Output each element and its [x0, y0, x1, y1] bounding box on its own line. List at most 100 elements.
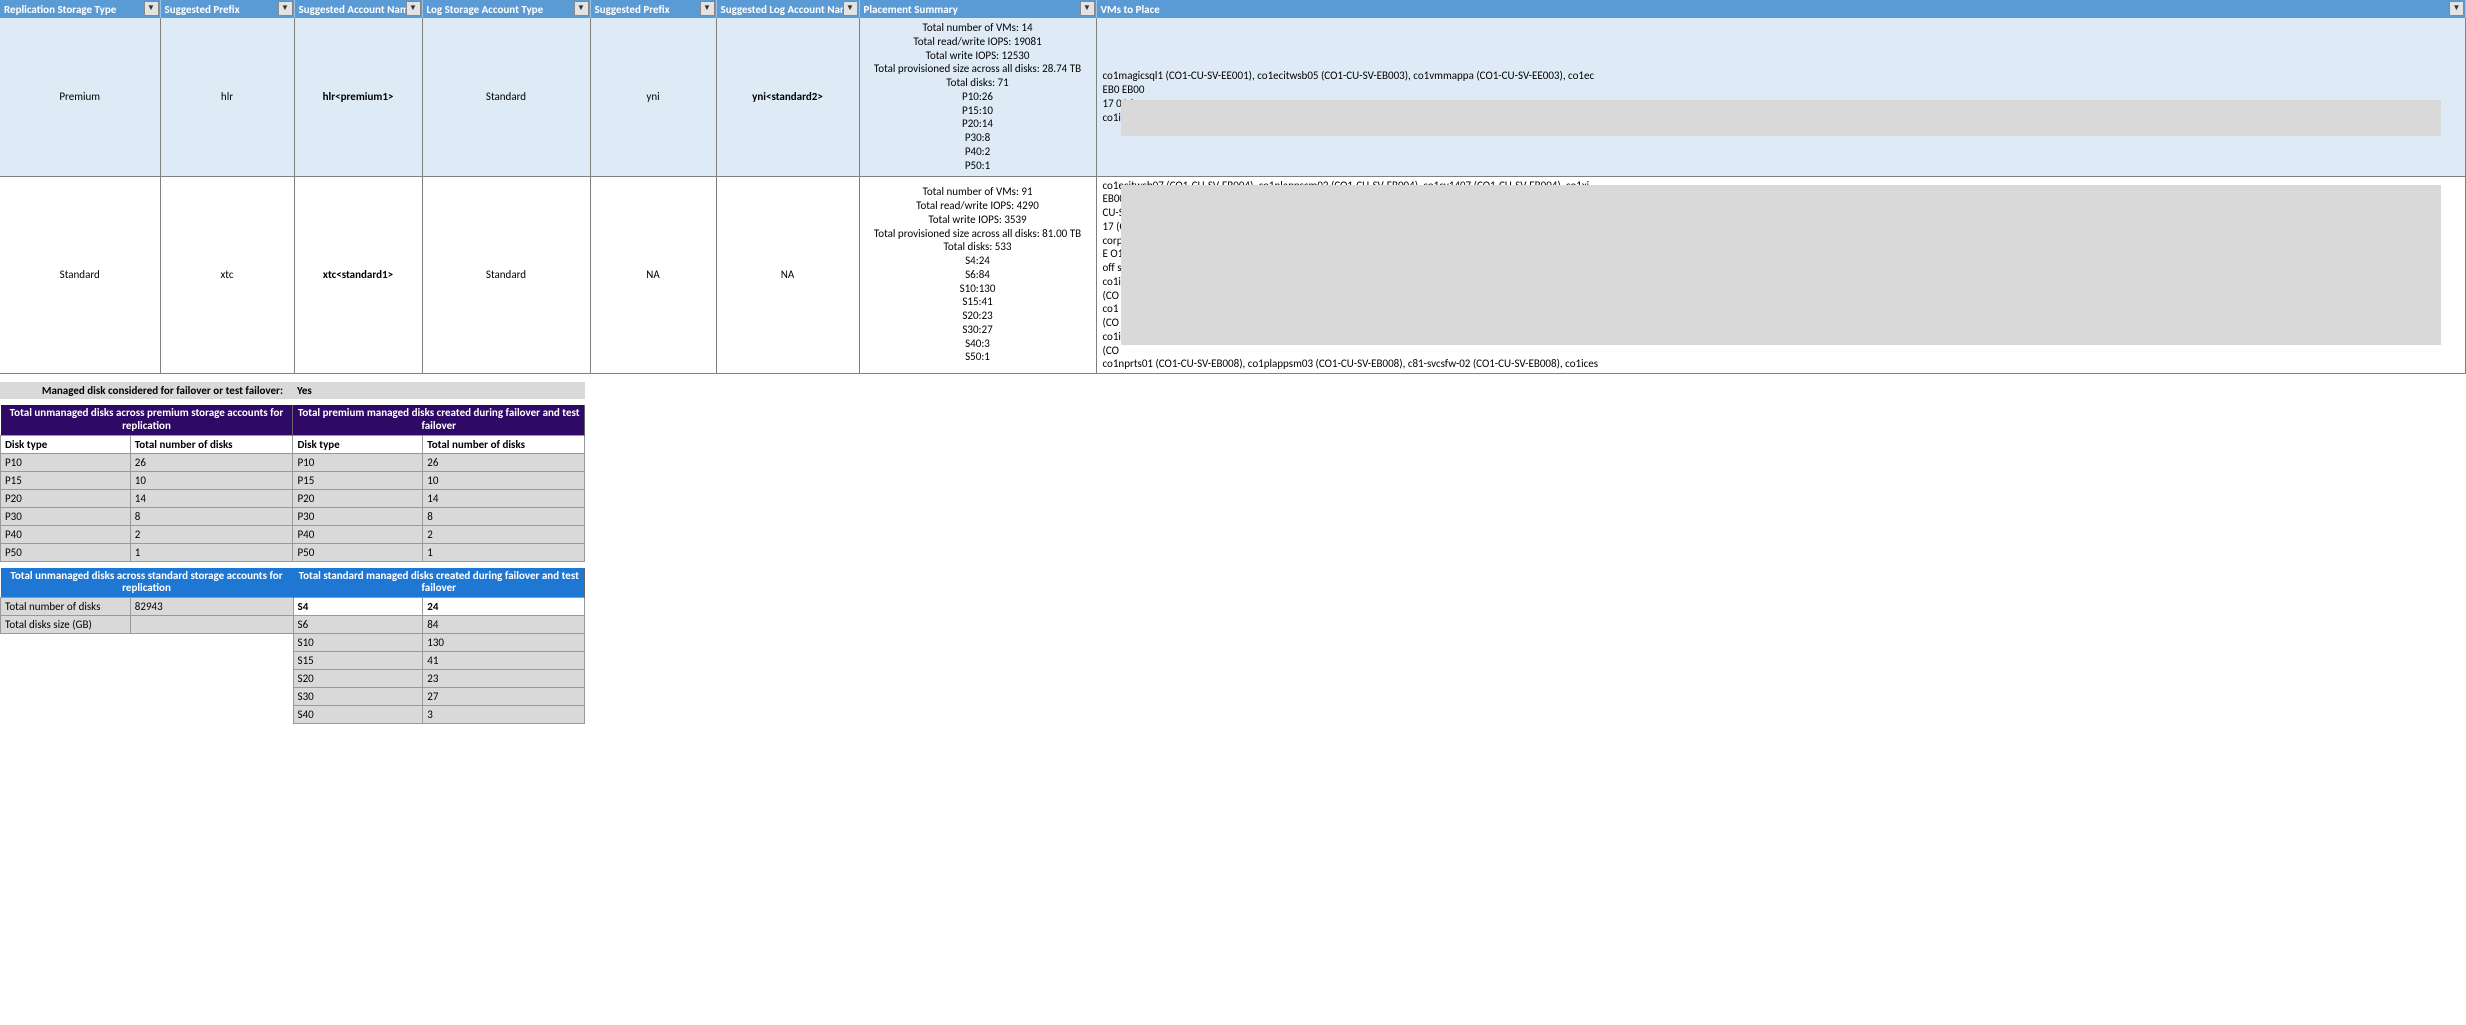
- header-label: Suggested Prefix: [165, 3, 240, 16]
- disk-cell: 1: [423, 543, 585, 561]
- standard-right-title: Total standard managed disks created dur…: [293, 568, 584, 598]
- cell-prefix2: yni: [590, 18, 716, 176]
- standard-left-title: Total unmanaged disks across standard st…: [1, 568, 294, 598]
- disk-row: P2014P2014: [1, 489, 585, 507]
- disk-cell: S15: [293, 652, 423, 670]
- std-right-sub2: 24: [423, 598, 585, 616]
- standard-disks-section: Total unmanaged disks across standard st…: [0, 568, 2466, 725]
- filter-dropdown-icon[interactable]: ▼: [700, 1, 715, 16]
- filter-dropdown-icon[interactable]: ▼: [278, 1, 293, 16]
- vm-line: co1nprts01 (CO1-CU-SV-EB008), co1plappsm…: [1103, 357, 2460, 371]
- subhdr: Disk type: [1, 435, 131, 453]
- disk-cell: P40: [1, 525, 131, 543]
- col-log-storage-account-type[interactable]: Log Storage Account Type ▼: [422, 0, 590, 18]
- disk-cell: S40: [293, 706, 423, 724]
- disk-cell: 14: [130, 489, 293, 507]
- std-left-label: Total number of disks: [1, 598, 131, 616]
- managed-disk-row: Managed disk considered for failover or …: [0, 382, 2466, 399]
- cell-placement-summary: Total number of VMs: 91 Total read/write…: [859, 176, 1096, 374]
- filter-dropdown-icon[interactable]: ▼: [144, 1, 159, 16]
- disk-row: P308P308: [1, 507, 585, 525]
- cell-vms-to-place: co1magicsql1 (CO1-CU-SV-EE001), co1ecitw…: [1096, 18, 2466, 176]
- disk-cell: P20: [293, 489, 423, 507]
- disk-cell: P30: [293, 507, 423, 525]
- disk-cell: 14: [423, 489, 585, 507]
- cell-rep-type: Standard: [0, 176, 160, 374]
- subhdr: Total number of disks: [130, 435, 293, 453]
- disk-cell: 23: [423, 670, 585, 688]
- premium-left-title: Total unmanaged disks across premium sto…: [1, 405, 293, 435]
- header-label: Suggested Prefix: [595, 3, 670, 16]
- disk-cell: P40: [293, 525, 423, 543]
- disk-cell: 10: [130, 471, 293, 489]
- std-right-sub1: S4: [293, 598, 423, 616]
- header-label: Suggested Account Name: [299, 3, 415, 16]
- filter-dropdown-icon[interactable]: ▼: [406, 1, 421, 16]
- disk-row: P501P501: [1, 543, 585, 561]
- disk-row: S3027: [1, 688, 585, 706]
- disk-cell: 8: [130, 507, 293, 525]
- subhdr: Disk type: [293, 435, 423, 453]
- vm-line: (CO: [1103, 344, 2460, 358]
- disk-cell: 2: [423, 525, 585, 543]
- disk-cell: P20: [1, 489, 131, 507]
- std-left-label: Total disks size (GB): [1, 616, 131, 634]
- filter-dropdown-icon[interactable]: ▼: [843, 1, 858, 16]
- disk-cell: P15: [293, 471, 423, 489]
- disk-cell: 26: [423, 453, 585, 471]
- disk-row: P1026P1026: [1, 453, 585, 471]
- cell-prefix: hlr: [160, 18, 294, 176]
- col-suggested-log-account-name[interactable]: Suggested Log Account Name▼: [716, 0, 859, 18]
- col-suggested-account-name[interactable]: Suggested Account Name▼: [294, 0, 422, 18]
- disk-cell: 10: [423, 471, 585, 489]
- disk-cell: P30: [1, 507, 131, 525]
- vm-line: co1magicsql1 (CO1-CU-SV-EE001), co1ecitw…: [1103, 69, 2460, 83]
- premium-disks-section: Total unmanaged disks across premium sto…: [0, 405, 2466, 562]
- header-label: Placement Summary: [864, 3, 958, 16]
- disk-cell: P15: [1, 471, 131, 489]
- filter-dropdown-icon[interactable]: ▼: [1080, 1, 1095, 16]
- col-placement-summary[interactable]: Placement Summary ▼: [859, 0, 1096, 18]
- table-header-row: Replication Storage Type▼ Suggested Pref…: [0, 0, 2466, 18]
- header-label: Suggested Log Account Name: [721, 3, 855, 16]
- filter-dropdown-icon[interactable]: ▼: [574, 1, 589, 16]
- disk-row: S2023: [1, 670, 585, 688]
- disk-cell: S20: [293, 670, 423, 688]
- managed-disk-label: Managed disk considered for failover or …: [0, 382, 293, 399]
- disk-cell: 3: [423, 706, 585, 724]
- cell-log-type: Standard: [422, 176, 590, 374]
- header-label: Log Storage Account Type: [427, 3, 544, 16]
- redacted-region: [1121, 100, 2441, 136]
- disk-cell: 27: [423, 688, 585, 706]
- cell-prefix2: NA: [590, 176, 716, 374]
- disk-cell: P50: [293, 543, 423, 561]
- cell-log-account: NA: [716, 176, 859, 374]
- disk-row: S1541: [1, 652, 585, 670]
- col-suggested-prefix-2[interactable]: Suggested Prefix ▼: [590, 0, 716, 18]
- storage-placement-table: Replication Storage Type▼ Suggested Pref…: [0, 0, 2466, 374]
- disk-row: S403: [1, 706, 585, 724]
- cell-log-account: yni<standard2>: [716, 18, 859, 176]
- disk-row: P402P402: [1, 525, 585, 543]
- cell-rep-type: Premium: [0, 18, 160, 176]
- table-row: Standard xtc xtc<standard1> Standard NA …: [0, 176, 2466, 374]
- managed-disk-value: Yes: [293, 382, 585, 399]
- disk-cell: 26: [130, 453, 293, 471]
- header-label: VMs to Place: [1101, 3, 1160, 16]
- col-replication-storage-type[interactable]: Replication Storage Type▼: [0, 0, 160, 18]
- col-vms-to-place[interactable]: VMs to Place ▼: [1096, 0, 2466, 18]
- cell-vms-to-place: co1ecitwsb07 (CO1-CU-SV-EB004), co1nlapp…: [1096, 176, 2466, 374]
- disk-cell: S30: [293, 688, 423, 706]
- std-left-value: [130, 616, 293, 634]
- disk-row: P1510P1510: [1, 471, 585, 489]
- std-left-value: 82943: [130, 598, 293, 616]
- premium-right-title: Total premium managed disks created duri…: [293, 405, 585, 435]
- disk-cell: P50: [1, 543, 131, 561]
- disk-row: S10130: [1, 634, 585, 652]
- cell-prefix: xtc: [160, 176, 294, 374]
- std-right-disk: S6: [293, 616, 423, 634]
- col-suggested-prefix[interactable]: Suggested Prefix ▼: [160, 0, 294, 18]
- filter-dropdown-icon[interactable]: ▼: [2449, 1, 2464, 16]
- cell-account: xtc<standard1>: [294, 176, 422, 374]
- disk-cell: 1: [130, 543, 293, 561]
